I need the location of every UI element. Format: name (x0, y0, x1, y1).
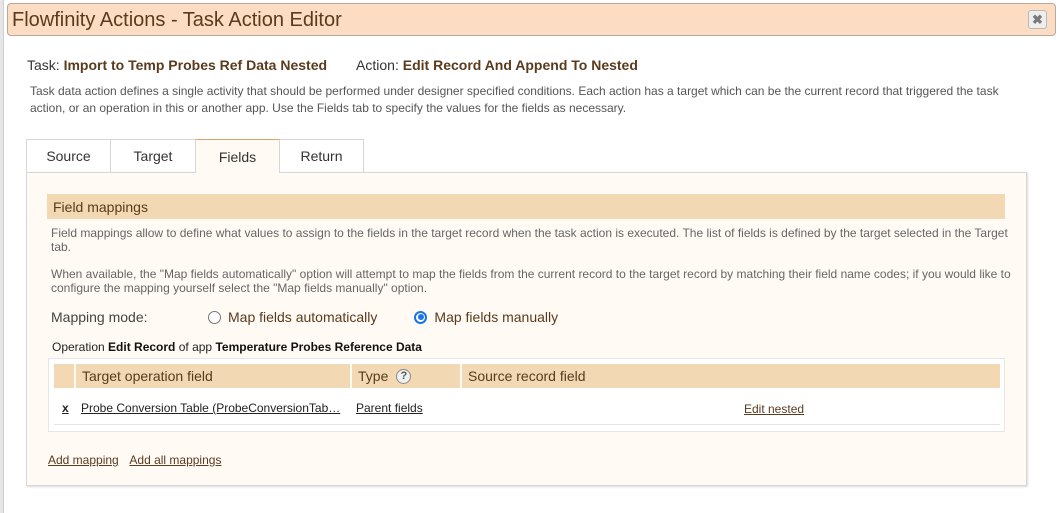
tab-label: Fields (218, 148, 257, 165)
editor-tabs: Source Target Fields Return (26, 139, 364, 173)
task-name: Import to Temp Probes Ref Data Nested (63, 57, 328, 73)
operation-middle: of app (178, 340, 213, 354)
field-mappings-help: Field mappings allow to define what valu… (51, 226, 1008, 254)
delete-mapping-button[interactable]: x (62, 401, 69, 415)
tab-source[interactable]: Source (26, 139, 111, 172)
map-manually-option[interactable]: Map fields manually (414, 309, 558, 325)
edit-nested-link[interactable]: Edit nested (744, 402, 804, 416)
action-label: Action: (356, 57, 399, 73)
mapping-actions: Add mapping Add all mappings (48, 453, 229, 467)
field-mapping-grid: Target operation field Type? Source reco… (48, 358, 1005, 432)
tab-label: Source (46, 148, 91, 164)
question-icon[interactable]: ? (396, 368, 412, 384)
map-automatically-radio[interactable] (208, 310, 221, 324)
radio-label: Map fields manually (434, 309, 559, 325)
grid-header: Target operation field Type? Source reco… (54, 364, 1000, 388)
field-mappings-header: Field mappings (47, 194, 1005, 219)
column-source-field: Source record field (462, 364, 1000, 388)
action-name: Edit Record And Append To Nested (402, 57, 638, 73)
task-label: Task: (27, 57, 60, 73)
close-icon: ✖ (1032, 12, 1043, 27)
grid-header-blank (54, 364, 76, 388)
operation-prefix: Operation (52, 340, 105, 354)
fields-tab-panel: Field mappings Field mappings allow to d… (26, 172, 1027, 486)
column-label: Target operation field (82, 368, 213, 384)
map-manually-radio[interactable] (414, 310, 428, 324)
column-target-field: Target operation field (76, 364, 352, 388)
tab-return[interactable]: Return (279, 139, 364, 172)
type-link[interactable]: Parent fields (356, 401, 423, 415)
radio-label: Map fields automatically (228, 309, 378, 325)
column-label: Source record field (468, 368, 586, 384)
add-all-mappings-link[interactable]: Add all mappings (129, 453, 221, 467)
operation-summary: Operation Edit Record of app Temperature… (52, 340, 422, 354)
dialog-title: Flowfinity Actions - Task Action Editor (12, 9, 342, 31)
mapping-mode-row: Mapping mode: Map fields automatically M… (51, 307, 595, 327)
target-field-link[interactable]: Probe Conversion Table (ProbeConversionT… (81, 401, 340, 415)
table-row: x Probe Conversion Table (ProbeConversio… (54, 388, 1000, 425)
tab-fields[interactable]: Fields (195, 139, 280, 173)
auto-map-help: When available, the "Map fields automati… (51, 267, 1011, 295)
tab-target[interactable]: Target (110, 139, 196, 172)
map-automatically-option[interactable]: Map fields automatically (208, 309, 377, 325)
section-title: Field mappings (53, 198, 148, 215)
column-type: Type? (352, 364, 462, 388)
dialog-title-bar: Flowfinity Actions - Task Action Editor … (7, 3, 1056, 36)
task-action-summary: Task: Import to Temp Probes Ref Data Nes… (27, 57, 638, 73)
operation-name: Edit Record (108, 340, 176, 354)
mapping-mode-label: Mapping mode: (51, 309, 148, 325)
background-window-edge (0, 0, 4, 513)
app-name: Temperature Probes Reference Data (215, 340, 422, 354)
tab-label: Return (300, 148, 343, 164)
tab-label: Target (133, 148, 173, 164)
column-label: Type (358, 368, 389, 384)
close-button[interactable]: ✖ (1028, 10, 1047, 29)
action-description: Task data action defines a single activi… (30, 84, 999, 115)
add-mapping-link[interactable]: Add mapping (48, 453, 119, 467)
